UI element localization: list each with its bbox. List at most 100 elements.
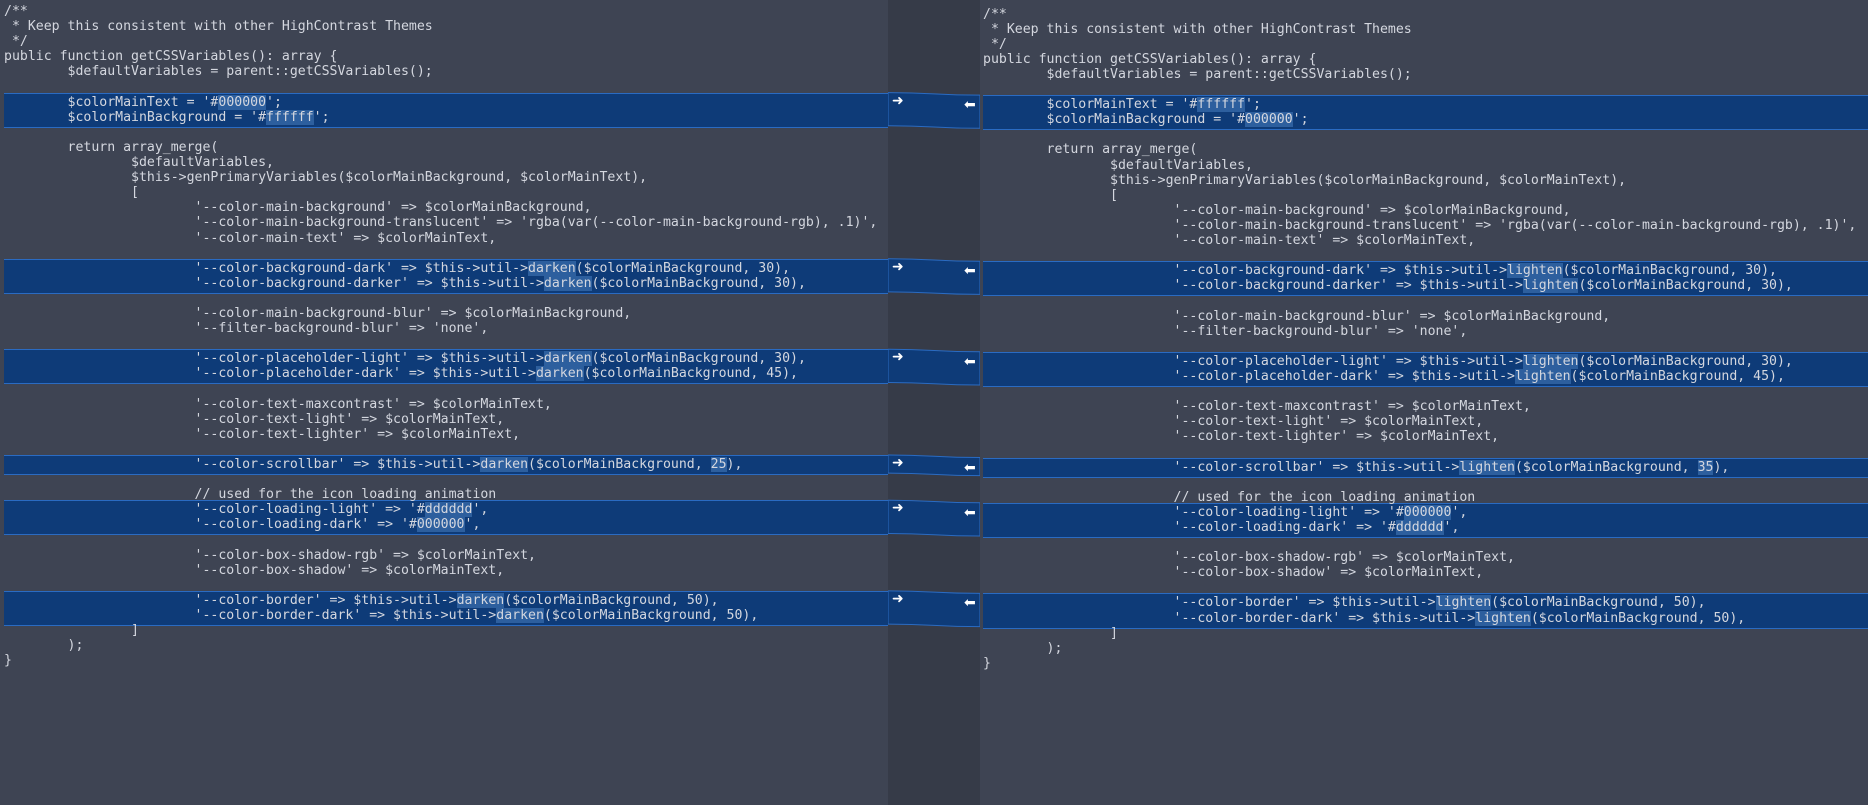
arrow-left-icon[interactable]: ⬅ bbox=[964, 355, 976, 369]
code-line[interactable]: '--color-box-shadow' => $colorMainText, bbox=[4, 563, 888, 578]
code-line[interactable]: '--color-placeholder-dark' => $this->uti… bbox=[983, 368, 1868, 384]
code-line[interactable] bbox=[983, 535, 1868, 550]
code-line[interactable] bbox=[983, 475, 1868, 490]
code-line[interactable]: '--color-text-light' => $colorMainText, bbox=[4, 412, 888, 427]
arrow-left-icon[interactable]: ⬅ bbox=[964, 461, 976, 475]
code-line[interactable] bbox=[4, 472, 888, 487]
code-line[interactable]: '--color-scrollbar' => $this->util->dark… bbox=[4, 457, 888, 472]
code-line[interactable]: '--color-main-background-translucent' =>… bbox=[983, 218, 1868, 233]
code-line[interactable]: '--filter-background-blur' => 'none', bbox=[983, 324, 1868, 339]
code-line[interactable]: '--color-main-text' => $colorMainText, bbox=[4, 231, 888, 246]
code-line[interactable]: '--color-text-maxcontrast' => $colorMain… bbox=[983, 399, 1868, 414]
code-line[interactable] bbox=[4, 125, 888, 140]
code-line[interactable]: $this->genPrimaryVariables($colorMainBac… bbox=[4, 170, 888, 185]
code-line[interactable] bbox=[983, 248, 1868, 263]
code-line[interactable]: */ bbox=[983, 37, 1868, 52]
code-line[interactable]: '--color-main-background' => $colorMainB… bbox=[4, 200, 888, 215]
code-line[interactable]: '--color-box-shadow-rgb' => $colorMainTe… bbox=[4, 548, 888, 563]
code-line[interactable]: '--color-background-dark' => $this->util… bbox=[4, 260, 888, 276]
code-line[interactable]: '--color-main-background-blur' => $color… bbox=[983, 309, 1868, 324]
code-line[interactable] bbox=[4, 578, 888, 593]
code-line[interactable] bbox=[983, 384, 1868, 399]
code-line[interactable]: '--color-placeholder-light' => $this->ut… bbox=[4, 351, 888, 367]
code-line[interactable] bbox=[983, 82, 1868, 97]
code-line[interactable]: '--color-loading-dark' => '#dddddd', bbox=[983, 519, 1868, 535]
arrow-right-icon[interactable]: ➜ bbox=[892, 501, 904, 515]
code-line[interactable]: [ bbox=[4, 185, 888, 200]
code-line[interactable]: '--color-text-lighter' => $colorMainText… bbox=[983, 429, 1868, 444]
code-line[interactable]: return array_merge( bbox=[4, 140, 888, 155]
arrow-right-icon[interactable]: ➜ bbox=[892, 94, 904, 108]
code-line[interactable]: '--color-border-dark' => $this->util->li… bbox=[983, 610, 1868, 626]
code-line[interactable]: '--color-text-light' => $colorMainText, bbox=[983, 414, 1868, 429]
code-line[interactable]: /** bbox=[983, 7, 1868, 22]
code-line[interactable]: /** bbox=[4, 4, 888, 19]
code-line[interactable]: '--color-border' => $this->util->lighten… bbox=[983, 595, 1868, 611]
code-line[interactable]: } bbox=[4, 653, 888, 668]
code-line[interactable]: ); bbox=[983, 641, 1868, 656]
code-line[interactable]: '--color-background-dark' => $this->util… bbox=[983, 263, 1868, 279]
code-line[interactable]: '--color-border' => $this->util->darken(… bbox=[4, 592, 888, 608]
code-line[interactable]: '--color-loading-light' => '#000000', bbox=[983, 504, 1868, 520]
code-line[interactable]: '--color-placeholder-dark' => $this->uti… bbox=[4, 366, 888, 382]
arrow-left-icon[interactable]: ⬅ bbox=[964, 506, 976, 520]
arrow-right-icon[interactable]: ➜ bbox=[892, 592, 904, 606]
code-line[interactable]: '--filter-background-blur' => 'none', bbox=[4, 321, 888, 336]
code-line[interactable]: * Keep this consistent with other HighCo… bbox=[4, 19, 888, 34]
code-line[interactable] bbox=[4, 533, 888, 548]
code-line[interactable] bbox=[983, 580, 1868, 595]
arrow-left-icon[interactable]: ⬅ bbox=[964, 98, 976, 112]
code-line[interactable]: $colorMainBackground = '#000000'; bbox=[983, 112, 1868, 128]
code-line[interactable]: ] bbox=[4, 623, 888, 638]
arrow-right-icon[interactable]: ➜ bbox=[892, 260, 904, 274]
code-line[interactable]: return array_merge( bbox=[983, 142, 1868, 157]
code-line[interactable]: '--color-scrollbar' => $this->util->ligh… bbox=[983, 459, 1868, 475]
code-line[interactable]: // used for the icon loading animation bbox=[983, 490, 1868, 505]
code-line[interactable]: ); bbox=[4, 638, 888, 653]
code-line[interactable] bbox=[4, 80, 888, 95]
code-line[interactable]: [ bbox=[983, 188, 1868, 203]
code-line[interactable]: $colorMainBackground = '#ffffff'; bbox=[4, 109, 888, 125]
code-line[interactable] bbox=[4, 246, 888, 261]
code-line[interactable]: public function getCSSVariables(): array… bbox=[983, 52, 1868, 67]
code-line[interactable]: $defaultVariables, bbox=[983, 158, 1868, 173]
code-line[interactable]: // used for the icon loading animation bbox=[4, 487, 888, 502]
code-line[interactable] bbox=[983, 444, 1868, 459]
code-line[interactable] bbox=[4, 442, 888, 457]
arrow-right-icon[interactable]: ➜ bbox=[892, 456, 904, 470]
code-line[interactable]: ] bbox=[983, 626, 1868, 641]
arrow-left-icon[interactable]: ⬅ bbox=[964, 596, 976, 610]
code-line[interactable]: '--color-placeholder-light' => $this->ut… bbox=[983, 353, 1868, 369]
code-line[interactable]: $colorMainText = '#000000'; bbox=[4, 94, 888, 110]
code-line[interactable]: '--color-border-dark' => $this->util->da… bbox=[4, 608, 888, 623]
code-line[interactable]: '--color-main-background' => $colorMainB… bbox=[983, 203, 1868, 218]
code-line[interactable]: $this->genPrimaryVariables($colorMainBac… bbox=[983, 173, 1868, 188]
code-line[interactable] bbox=[983, 293, 1868, 308]
code-line[interactable] bbox=[983, 127, 1868, 142]
code-line[interactable]: '--color-background-darker' => $this->ut… bbox=[983, 278, 1868, 294]
code-line[interactable] bbox=[4, 291, 888, 306]
code-line[interactable] bbox=[4, 382, 888, 397]
code-line[interactable]: '--color-text-lighter' => $colorMainText… bbox=[4, 427, 888, 442]
code-line[interactable]: '--color-box-shadow-rgb' => $colorMainTe… bbox=[983, 550, 1868, 565]
code-line[interactable]: $defaultVariables = parent::getCSSVariab… bbox=[983, 67, 1868, 82]
code-line[interactable]: '--color-text-maxcontrast' => $colorMain… bbox=[4, 397, 888, 412]
left-diff-pane[interactable]: /** * Keep this consistent with other Hi… bbox=[0, 0, 888, 805]
code-line[interactable]: '--color-main-background-blur' => $color… bbox=[4, 306, 888, 321]
code-line[interactable]: '--color-loading-dark' => '#000000', bbox=[4, 517, 888, 533]
right-diff-pane[interactable]: /** * Keep this consistent with other Hi… bbox=[980, 0, 1868, 805]
code-line[interactable]: '--color-background-darker' => $this->ut… bbox=[4, 275, 888, 291]
code-line[interactable]: '--color-box-shadow' => $colorMainText, bbox=[983, 565, 1868, 580]
arrow-left-icon[interactable]: ⬅ bbox=[964, 264, 976, 278]
code-line[interactable]: } bbox=[983, 656, 1868, 671]
code-line[interactable]: $defaultVariables = parent::getCSSVariab… bbox=[4, 64, 888, 79]
code-line[interactable] bbox=[983, 339, 1868, 354]
code-line[interactable]: '--color-loading-light' => '#dddddd', bbox=[4, 502, 888, 518]
code-line[interactable]: public function getCSSVariables(): array… bbox=[4, 49, 888, 64]
code-line[interactable]: $colorMainText = '#ffffff'; bbox=[983, 97, 1868, 113]
code-line[interactable]: $defaultVariables, bbox=[4, 155, 888, 170]
code-line[interactable]: '--color-main-background-translucent' =>… bbox=[4, 215, 888, 230]
code-line[interactable]: * Keep this consistent with other HighCo… bbox=[983, 22, 1868, 37]
code-line[interactable] bbox=[4, 336, 888, 351]
code-line[interactable]: */ bbox=[4, 34, 888, 49]
